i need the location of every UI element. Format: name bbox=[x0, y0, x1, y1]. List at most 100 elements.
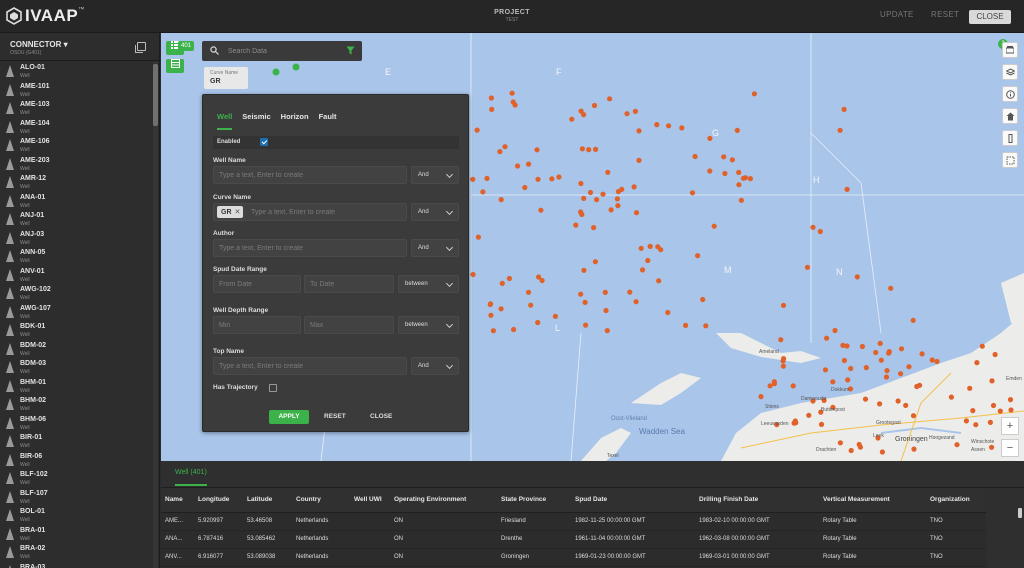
well-marker[interactable] bbox=[954, 442, 960, 448]
sidebar-well-item[interactable]: BRA-02 Well bbox=[0, 543, 153, 562]
well-marker[interactable] bbox=[608, 207, 614, 213]
measure-button[interactable] bbox=[1002, 130, 1018, 146]
sidebar-well-item[interactable]: BOL-01 Well bbox=[0, 506, 153, 525]
well-marker[interactable] bbox=[487, 301, 493, 308]
sidebar-well-item[interactable]: BHM-06 Well bbox=[0, 414, 153, 433]
well-marker[interactable] bbox=[604, 328, 610, 334]
well-marker[interactable] bbox=[615, 203, 621, 209]
well-marker[interactable] bbox=[488, 312, 494, 318]
table-toggle-button[interactable] bbox=[166, 59, 184, 73]
well-marker[interactable] bbox=[781, 356, 787, 362]
well-marker[interactable] bbox=[578, 108, 584, 114]
well-marker[interactable] bbox=[645, 257, 651, 264]
well-marker[interactable] bbox=[656, 278, 662, 284]
info-button[interactable] bbox=[1002, 86, 1018, 102]
well-marker[interactable] bbox=[997, 408, 1003, 414]
well-marker[interactable] bbox=[591, 102, 598, 109]
well-marker[interactable] bbox=[591, 225, 597, 231]
well-marker[interactable] bbox=[848, 365, 854, 372]
well-marker[interactable] bbox=[633, 210, 640, 216]
search-bar[interactable] bbox=[202, 41, 362, 61]
well-marker[interactable] bbox=[525, 289, 532, 295]
sidebar-well-item[interactable]: BDM-03 Well bbox=[0, 358, 153, 377]
sidebar-well-item[interactable]: AME-203 Well bbox=[0, 155, 153, 174]
sidebar-well-item[interactable]: BRA-03Well bbox=[0, 562, 153, 568]
well-marker[interactable] bbox=[703, 323, 709, 329]
sidebar-well-item[interactable]: AME-101 Well bbox=[0, 81, 153, 100]
tab-well[interactable]: Well bbox=[217, 112, 233, 130]
well-marker[interactable] bbox=[856, 441, 862, 448]
well-marker[interactable] bbox=[877, 340, 883, 346]
column-header[interactable]: Organization bbox=[926, 488, 986, 513]
well-marker[interactable] bbox=[475, 234, 481, 240]
well-marker[interactable] bbox=[535, 319, 541, 326]
well-marker[interactable] bbox=[679, 125, 685, 131]
well-marker[interactable] bbox=[534, 147, 540, 153]
well-marker[interactable] bbox=[990, 402, 997, 409]
author-input[interactable] bbox=[219, 243, 411, 254]
table-row[interactable]: ANA... 6.787416 53.085462 Netherlands ON Dren… bbox=[161, 530, 986, 549]
well-marker[interactable] bbox=[973, 422, 979, 428]
well-marker[interactable] bbox=[581, 195, 587, 201]
well-marker[interactable] bbox=[734, 127, 740, 133]
well-marker[interactable] bbox=[556, 174, 562, 180]
well-marker[interactable] bbox=[510, 99, 516, 105]
trajectory-checkbox[interactable] bbox=[269, 384, 277, 392]
well-marker[interactable] bbox=[695, 253, 701, 259]
well-marker[interactable] bbox=[603, 307, 609, 314]
from-date-input[interactable] bbox=[219, 279, 305, 290]
well-marker[interactable] bbox=[917, 382, 923, 388]
well-marker[interactable] bbox=[738, 197, 745, 203]
well-marker[interactable] bbox=[655, 244, 661, 250]
well-marker[interactable] bbox=[934, 358, 940, 365]
well-marker[interactable] bbox=[948, 394, 955, 400]
well-marker[interactable] bbox=[1008, 407, 1014, 413]
well-marker[interactable] bbox=[502, 144, 508, 150]
sidebar-well-item[interactable]: BLF-102 Well bbox=[0, 469, 153, 488]
sidebar-well-item[interactable]: BHM-02 Well bbox=[0, 395, 153, 414]
well-marker[interactable] bbox=[963, 418, 970, 424]
well-marker[interactable] bbox=[883, 374, 890, 380]
sidebar-scrollbar[interactable] bbox=[153, 62, 158, 568]
column-header[interactable]: Latitude bbox=[243, 488, 292, 513]
well-marker[interactable] bbox=[480, 189, 486, 195]
search-input[interactable] bbox=[228, 45, 338, 57]
well-marker[interactable] bbox=[535, 176, 541, 182]
enabled-checkbox[interactable] bbox=[260, 138, 268, 146]
well-marker[interactable] bbox=[967, 385, 973, 391]
well-marker[interactable] bbox=[898, 371, 904, 377]
well-marker[interactable] bbox=[888, 285, 894, 291]
sidebar-scroll-thumb[interactable] bbox=[153, 64, 158, 126]
home-button[interactable] bbox=[1002, 108, 1018, 124]
sidebar-well-item[interactable]: AMR-12 Well bbox=[0, 173, 153, 192]
well-marker[interactable] bbox=[506, 275, 512, 282]
well-marker[interactable] bbox=[884, 368, 890, 374]
column-header[interactable]: Vertical Measurement bbox=[819, 488, 926, 513]
well-marker[interactable] bbox=[488, 95, 494, 101]
sidebar-well-item[interactable]: AWG-102 Well bbox=[0, 284, 153, 303]
well-marker[interactable] bbox=[573, 222, 579, 228]
sidebar-well-item[interactable]: BDM-02 Well bbox=[0, 340, 153, 359]
well-marker[interactable] bbox=[722, 170, 728, 177]
well-marker[interactable] bbox=[729, 157, 736, 163]
column-header[interactable]: Name bbox=[161, 488, 194, 513]
well-marker[interactable] bbox=[817, 228, 823, 235]
well-marker[interactable] bbox=[910, 413, 917, 419]
well-marker[interactable] bbox=[578, 209, 584, 215]
well-marker[interactable] bbox=[822, 367, 829, 373]
well-marker[interactable] bbox=[631, 184, 637, 190]
well-marker[interactable] bbox=[627, 289, 633, 295]
well-marker[interactable] bbox=[989, 444, 995, 450]
sidebar-well-item[interactable]: BDK-01 Well bbox=[0, 321, 153, 340]
well-marker[interactable] bbox=[592, 259, 598, 265]
well-marker[interactable] bbox=[707, 168, 713, 174]
well-marker[interactable] bbox=[929, 357, 935, 363]
well-marker[interactable] bbox=[509, 90, 515, 96]
well-marker[interactable] bbox=[771, 379, 777, 385]
well-marker[interactable] bbox=[639, 267, 646, 273]
well-marker[interactable] bbox=[873, 349, 879, 356]
curve-name-operator[interactable]: And bbox=[411, 203, 459, 221]
well-marker[interactable] bbox=[711, 223, 717, 229]
spud-date-operator[interactable]: between bbox=[398, 275, 459, 293]
well-marker[interactable] bbox=[906, 364, 912, 370]
